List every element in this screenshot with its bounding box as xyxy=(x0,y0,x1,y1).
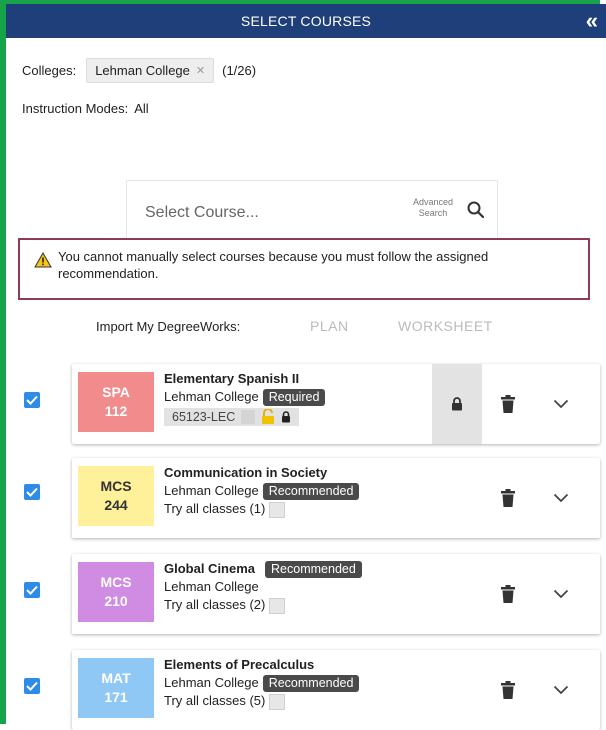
instruction-modes-value[interactable]: All xyxy=(134,101,148,116)
chevron-down-icon[interactable] xyxy=(553,589,569,599)
course-card: MCS 244 Communication in Society Lehman … xyxy=(72,458,600,538)
colleges-label: Colleges: xyxy=(22,63,77,78)
trash-icon[interactable] xyxy=(501,489,515,507)
section-chip[interactable]: 65123-LEC xyxy=(164,408,300,426)
double-chevron-left-icon: « xyxy=(585,8,599,33)
course-card: MAT 171 Elements of Precalculus Lehman C… xyxy=(72,650,600,730)
course-title: Communication in Society xyxy=(164,465,328,480)
course-college: Lehman College xyxy=(164,483,259,498)
course-college: Lehman College xyxy=(164,579,259,594)
course-subject: MCS xyxy=(100,574,132,590)
degreeworks-import: Import My DegreeWorks: PLAN WORKSHEET xyxy=(96,318,493,334)
course-code-badge: MCS 244 xyxy=(78,466,154,526)
trash-icon[interactable] xyxy=(501,681,515,699)
lock-course-button[interactable] xyxy=(432,364,482,444)
recommendation-warning: You cannot manually select courses becau… xyxy=(18,238,590,300)
college-chip[interactable]: Lehman College ✕ xyxy=(86,58,215,83)
classes-dropdown[interactable] xyxy=(269,501,286,518)
course-checkbox[interactable] xyxy=(24,678,40,694)
check-icon xyxy=(26,395,38,405)
import-label: Import My DegreeWorks: xyxy=(96,318,241,334)
course-code-badge: SPA 112 xyxy=(78,372,154,432)
instruction-modes-row: Instruction Modes: All xyxy=(22,101,256,116)
section-number: 65123-LEC xyxy=(172,410,236,424)
filters: Colleges: Lehman College ✕ (1/26) Instru… xyxy=(22,58,256,134)
course-info: Global Cinema Recommended Lehman College … xyxy=(164,560,362,614)
course-number: 171 xyxy=(104,689,128,705)
course-title: Global Cinema xyxy=(164,561,256,576)
try-all-classes[interactable]: Try all classes (5) xyxy=(164,693,265,708)
course-search-box: Advanced Search xyxy=(126,180,498,240)
try-all-classes[interactable]: Try all classes (1) xyxy=(164,501,265,516)
course-info: Elementary Spanish II Lehman College Requ… xyxy=(164,370,326,426)
search-icon[interactable] xyxy=(467,201,485,219)
chevron-down-icon[interactable] xyxy=(553,399,569,409)
collapse-panel-button[interactable]: « xyxy=(578,4,606,38)
course-subject: SPA xyxy=(102,384,130,400)
course-search-input[interactable] xyxy=(143,199,367,227)
classes-dropdown[interactable] xyxy=(269,693,286,710)
lock-icon xyxy=(452,397,462,411)
course-subject: MCS xyxy=(100,478,132,494)
college-chip-label: Lehman College xyxy=(95,63,190,78)
course-subject: MAT xyxy=(101,670,131,686)
course-checkbox[interactable] xyxy=(24,484,40,500)
trash-icon[interactable] xyxy=(501,395,515,413)
panel-title: SELECT COURSES xyxy=(240,13,372,29)
course-number: 244 xyxy=(104,497,128,513)
colleges-filter-row: Colleges: Lehman College ✕ (1/26) xyxy=(22,58,256,83)
status-badge: Recommended xyxy=(262,675,360,692)
course-number: 112 xyxy=(104,403,128,419)
course-checkbox[interactable] xyxy=(24,392,40,408)
panel-header: SELECT COURSES « xyxy=(6,4,606,38)
course-college: Lehman College xyxy=(164,389,259,404)
try-all-classes[interactable]: Try all classes (2) xyxy=(164,597,265,612)
trash-icon[interactable] xyxy=(501,585,515,603)
course-title: Elementary Spanish II xyxy=(164,371,300,386)
status-badge: Required xyxy=(262,389,326,406)
section-dropdown[interactable] xyxy=(241,410,256,424)
course-code-badge: MCS 210 xyxy=(78,562,154,622)
check-icon xyxy=(26,681,38,691)
course-checkbox[interactable] xyxy=(24,582,40,598)
remove-chip-icon[interactable]: ✕ xyxy=(196,64,205,77)
warning-message: You cannot manually select courses becau… xyxy=(58,249,489,281)
advanced-search-link[interactable]: Advanced Search xyxy=(409,197,457,219)
lock-icon[interactable] xyxy=(281,411,291,423)
advanced-search-label-1: Advanced xyxy=(412,197,454,207)
course-code-badge: MAT 171 xyxy=(78,658,154,718)
instruction-modes-label: Instruction Modes: xyxy=(22,101,129,116)
course-info: Communication in Society Lehman College R… xyxy=(164,464,360,518)
check-icon xyxy=(26,585,38,595)
chevron-down-icon[interactable] xyxy=(553,685,569,695)
warning-icon xyxy=(34,252,52,268)
course-card: MCS 210 Global Cinema Recommended Lehman … xyxy=(72,554,600,634)
advanced-search-label-2: Search xyxy=(418,208,448,218)
unlocked-lock-icon[interactable] xyxy=(261,409,275,425)
classes-dropdown[interactable] xyxy=(269,597,286,614)
course-number: 210 xyxy=(104,593,128,609)
import-plan-button[interactable]: PLAN xyxy=(310,318,398,334)
import-worksheet-button[interactable]: WORKSHEET xyxy=(398,318,493,334)
course-card: SPA 112 Elementary Spanish II Lehman Col… xyxy=(72,364,600,444)
status-badge: Recommended xyxy=(262,483,360,500)
chevron-down-icon[interactable] xyxy=(553,493,569,503)
status-badge: Recommended xyxy=(265,561,362,578)
course-info: Elements of Precalculus Lehman College Re… xyxy=(164,656,360,710)
check-icon xyxy=(26,487,38,497)
course-title: Elements of Precalculus xyxy=(164,657,315,672)
course-college: Lehman College xyxy=(164,675,259,690)
college-count: (1/26) xyxy=(222,63,257,78)
